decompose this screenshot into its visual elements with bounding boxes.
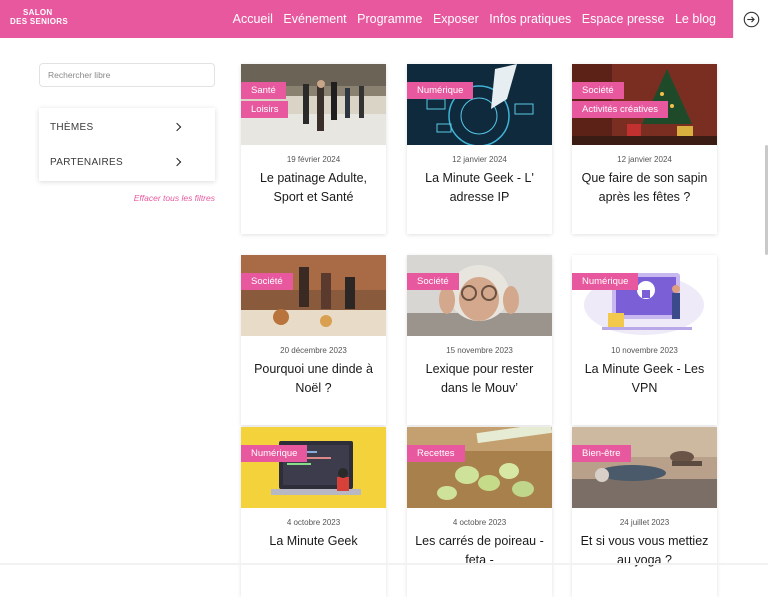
tag-list: Numérique xyxy=(241,445,308,462)
article-title[interactable]: La Minute Geek - L' adresse IP xyxy=(415,169,544,207)
article-title[interactable]: Que faire de son sapin après les fêtes ? xyxy=(580,169,709,207)
article-date: 4 octobre 2023 xyxy=(286,518,341,527)
article-date: 12 janvier 2024 xyxy=(617,155,672,164)
article-date: 15 novembre 2023 xyxy=(446,346,513,355)
article-card[interactable]: Numérique 10 novembre 2023 La Minute Gee… xyxy=(572,255,717,425)
article-card[interactable]: Santé Loisirs 19 février 2024 Le patinag… xyxy=(241,64,386,234)
clear-filters-link[interactable]: Effacer tous les filtres xyxy=(39,193,215,203)
tag[interactable]: Bien-être xyxy=(572,445,631,462)
article-title[interactable]: La Minute Geek - Les VPN xyxy=(580,360,709,398)
nav-infos-pratiques[interactable]: Infos pratiques xyxy=(489,12,571,26)
tag[interactable]: Santé xyxy=(241,82,286,99)
nav-le-blog[interactable]: Le blog xyxy=(675,12,716,26)
tag-list: Numérique xyxy=(407,82,474,99)
article-image-leeks xyxy=(407,427,552,508)
tag-list: Santé Loisirs xyxy=(241,82,289,118)
nav-espace-presse[interactable]: Espace presse xyxy=(582,12,665,26)
nav-exposer[interactable]: Exposer xyxy=(433,12,479,26)
tag-list: Société xyxy=(241,273,293,290)
tag-list: Société Activités créatives xyxy=(572,82,669,118)
filter-partenaires-label: PARTENAIRES xyxy=(50,156,123,168)
article-card[interactable]: Société 20 décembre 2023 Pourquoi une di… xyxy=(241,255,386,425)
chevron-right-icon xyxy=(172,122,182,132)
top-header: SALON DES SENIORS Accueil Evénement Prog… xyxy=(0,0,733,38)
article-title[interactable]: Le patinage Adulte, Sport et Santé xyxy=(249,169,378,207)
tag[interactable]: Numérique xyxy=(407,82,474,99)
tag-list: Recettes xyxy=(407,445,465,462)
tag-list: Numérique xyxy=(572,273,639,290)
article-card[interactable]: Recettes 4 octobre 2023 Les carrés de po… xyxy=(407,427,552,597)
article-title[interactable]: Pourquoi une dinde à Noël ? xyxy=(249,360,378,398)
filter-partenaires[interactable]: PARTENAIRES xyxy=(39,144,215,180)
article-date: 4 octobre 2023 xyxy=(452,518,507,527)
article-title[interactable]: La Minute Geek xyxy=(249,532,378,551)
article-card[interactable]: Numérique 12 janvier 2024 La Minute Geek… xyxy=(407,64,552,234)
article-card[interactable]: Société Activités créatives 12 janvier 2… xyxy=(572,64,717,234)
logo-line-2: DES SENIORS xyxy=(10,17,68,26)
article-card[interactable]: Bien-être 24 juillet 2023 Et si vous vou… xyxy=(572,427,717,597)
tag-list: Société xyxy=(407,273,459,290)
article-image-dinner xyxy=(241,255,386,336)
article-card[interactable]: Numérique 4 octobre 2023 La Minute Geek xyxy=(241,427,386,597)
nav-accueil[interactable]: Accueil xyxy=(233,12,273,26)
article-image-laptop xyxy=(241,427,386,508)
tag[interactable]: Activités créatives xyxy=(572,101,669,118)
search-placeholder: Rechercher libre xyxy=(48,70,111,80)
article-card[interactable]: Société 15 novembre 2023 Lexique pour re… xyxy=(407,255,552,425)
login-button[interactable] xyxy=(733,0,768,38)
filter-themes[interactable]: THÈMES xyxy=(39,109,215,145)
article-date: 24 juillet 2023 xyxy=(619,518,670,527)
article-date: 12 janvier 2024 xyxy=(452,155,507,164)
article-image-senior-woman xyxy=(407,255,552,336)
nav-evenement[interactable]: Evénement xyxy=(283,12,346,26)
site-logo[interactable]: SALON DES SENIORS xyxy=(10,8,70,30)
article-image-network xyxy=(407,64,552,145)
chevron-right-icon xyxy=(172,157,182,167)
tag[interactable]: Société xyxy=(407,273,459,290)
article-date: 10 novembre 2023 xyxy=(611,346,678,355)
tag[interactable]: Recettes xyxy=(407,445,465,462)
filter-themes-label: THÈMES xyxy=(50,121,94,133)
tag[interactable]: Société xyxy=(572,82,624,99)
tag[interactable]: Loisirs xyxy=(241,101,289,118)
article-image-vpn xyxy=(572,255,717,336)
nav-programme[interactable]: Programme xyxy=(357,12,422,26)
article-date: 19 février 2024 xyxy=(286,155,341,164)
tag-list: Bien-être xyxy=(572,445,631,462)
filter-panel: THÈMES PARTENAIRES xyxy=(39,108,215,181)
login-arrow-icon xyxy=(743,11,759,27)
tag[interactable]: Numérique xyxy=(241,445,308,462)
article-title[interactable]: Lexique pour rester dans le Mouv’ xyxy=(415,360,544,398)
search-input[interactable]: Rechercher libre xyxy=(39,63,215,87)
article-date: 20 décembre 2023 xyxy=(280,346,347,355)
logo-line-1: SALON xyxy=(23,8,53,17)
tag[interactable]: Société xyxy=(241,273,293,290)
main-nav: Accueil Evénement Programme Exposer Info… xyxy=(222,0,716,38)
tag[interactable]: Numérique xyxy=(572,273,639,290)
article-image-yoga xyxy=(572,427,717,508)
